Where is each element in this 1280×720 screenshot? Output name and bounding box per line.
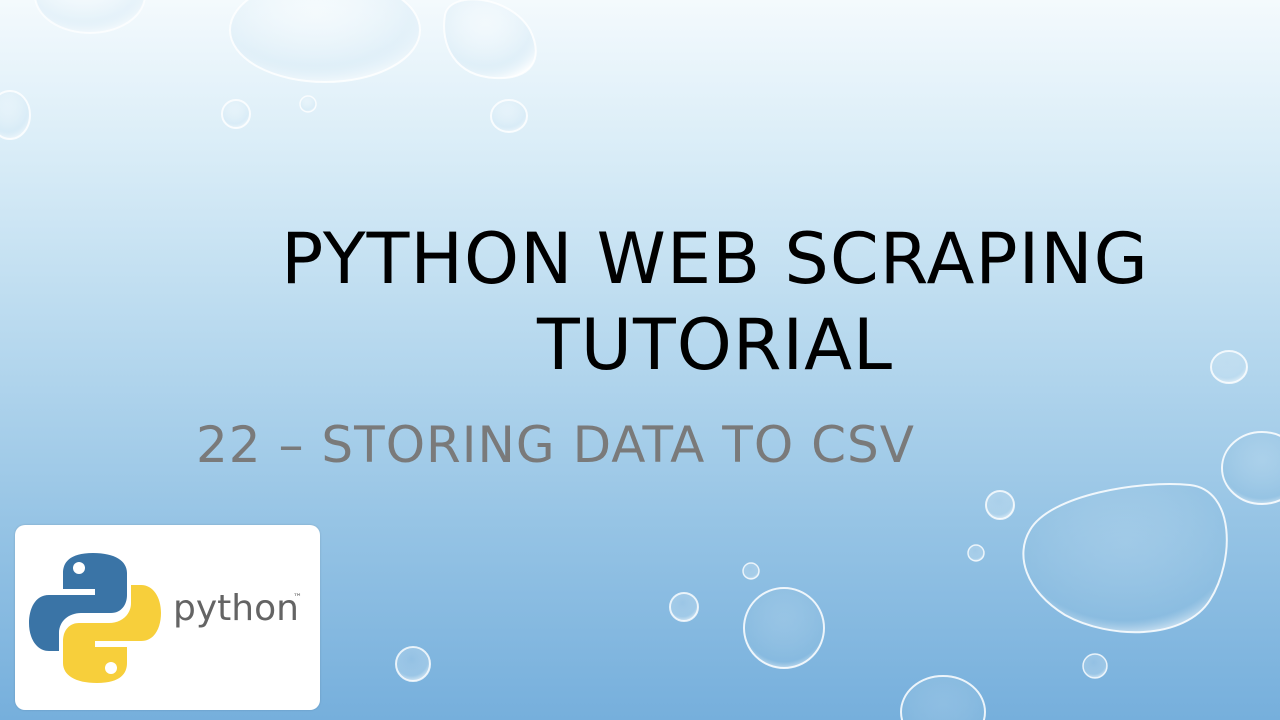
slide-title: PYTHON WEB SCRAPING TUTORIAL <box>200 216 1230 388</box>
bubble <box>34 0 146 34</box>
bubble <box>1022 483 1228 634</box>
python-logo-icon <box>29 553 161 683</box>
python-wordmark: python <box>173 588 299 629</box>
bubble <box>443 0 537 80</box>
bubble <box>742 562 760 580</box>
bubble <box>490 99 528 133</box>
slide: PYTHON WEB SCRAPING TUTORIAL 22 – STORIN… <box>0 0 1280 720</box>
bubble <box>743 587 825 669</box>
python-logo-card: python ™ <box>15 525 320 710</box>
bubble <box>0 90 31 140</box>
trademark-symbol: ™ <box>293 593 302 603</box>
bubble <box>669 592 699 622</box>
slide-title-line: PYTHON WEB SCRAPING <box>281 218 1149 300</box>
bubble <box>1221 431 1280 505</box>
bubble <box>900 675 986 720</box>
slide-subtitle: 22 – STORING DATA TO CSV <box>196 416 915 474</box>
bubble <box>1082 653 1108 679</box>
slide-title-line: TUTORIAL <box>536 304 894 386</box>
bubble <box>395 646 431 682</box>
bubble <box>221 99 251 129</box>
bubble <box>229 0 421 83</box>
bubble <box>299 95 317 113</box>
bubble <box>967 544 985 562</box>
bubble <box>985 490 1015 520</box>
